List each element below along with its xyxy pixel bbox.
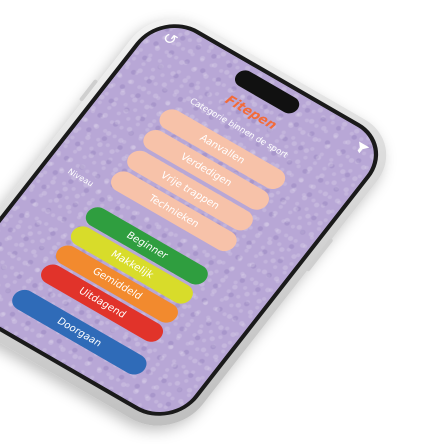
filter-funnel-icon[interactable] bbox=[349, 139, 372, 160]
phone-device: ↺ Fitepen Categorie binnen de sport Aanv… bbox=[0, 1, 407, 443]
niveau-label: Niveau bbox=[65, 167, 96, 189]
back-arrow-icon[interactable]: ↺ bbox=[158, 28, 181, 50]
phone-mockup: ↺ Fitepen Categorie binnen de sport Aanv… bbox=[0, 0, 441, 443]
